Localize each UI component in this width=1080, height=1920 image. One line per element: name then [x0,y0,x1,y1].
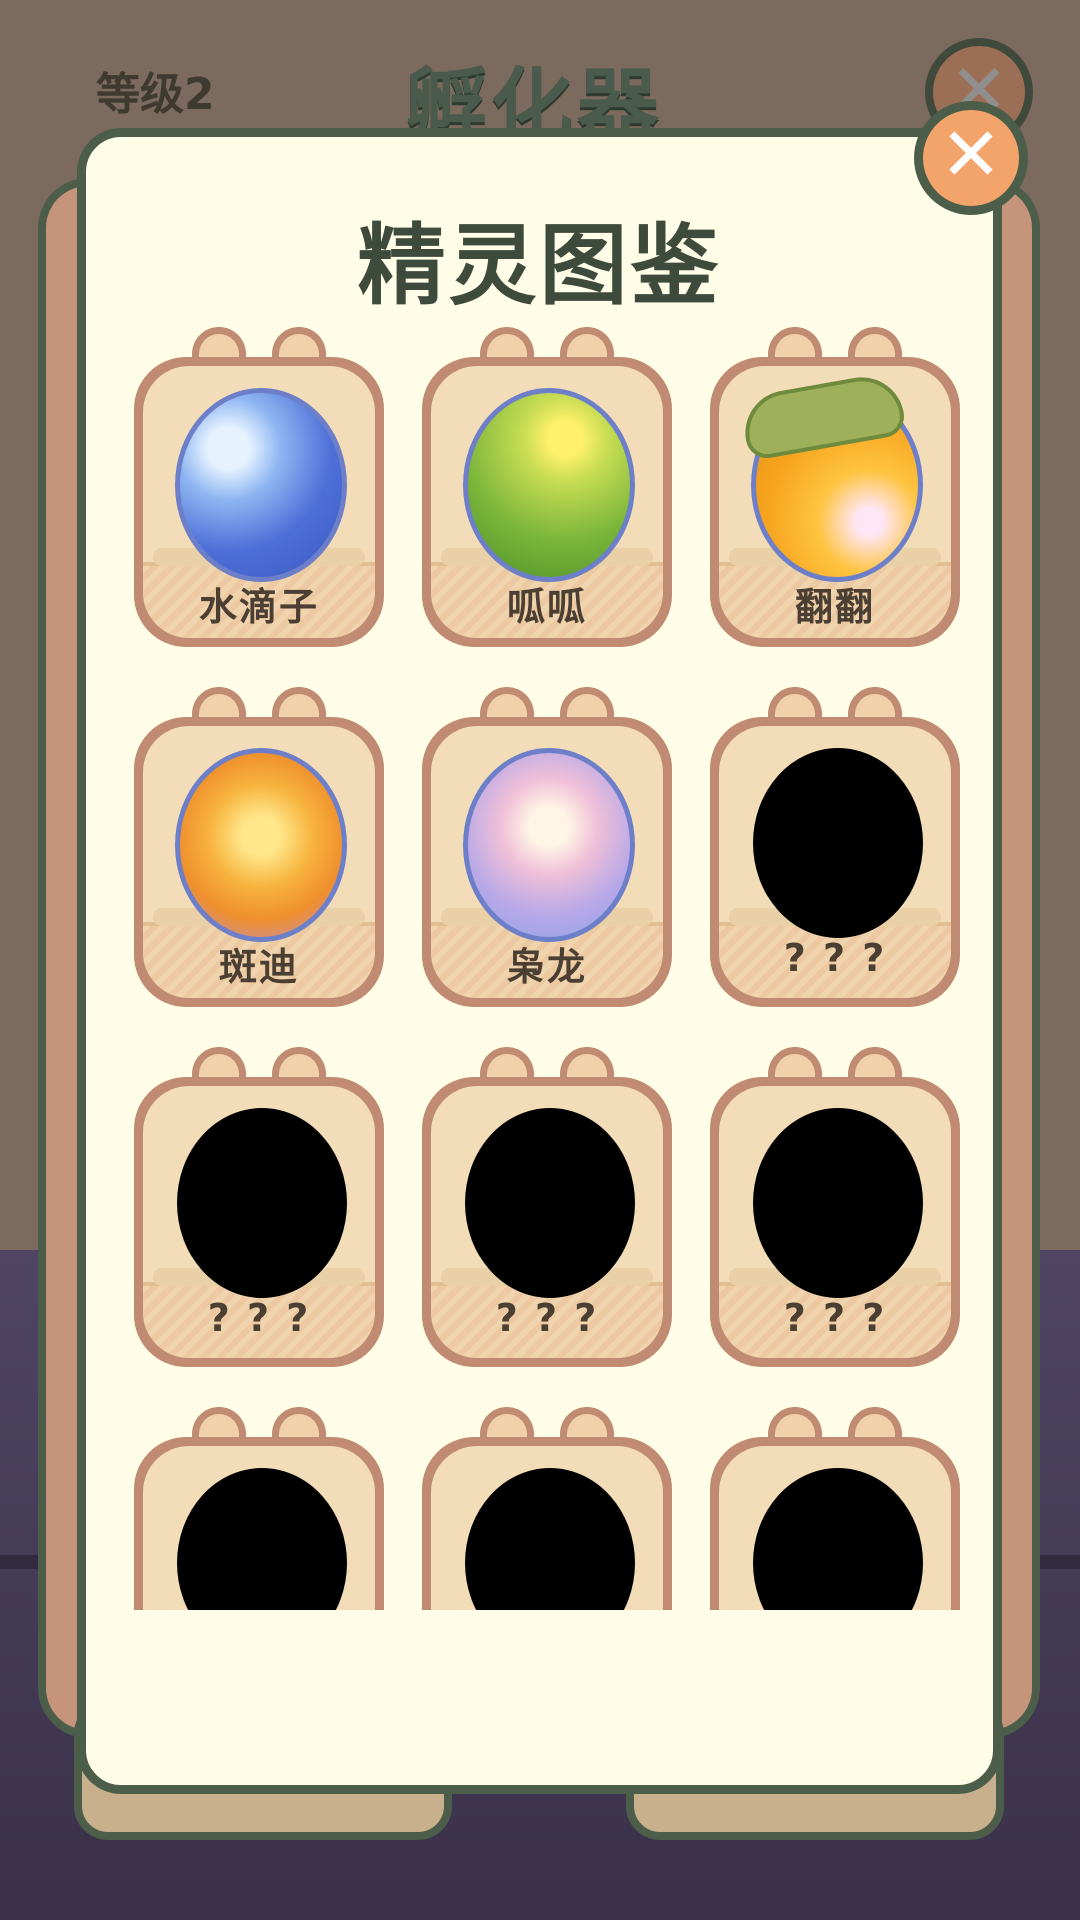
spirit-name: ? ? ? [783,1296,887,1340]
spirit-catalog-modal: 精灵图鉴 水滴子 呱呱 翻翻斑迪 枭龙 ? ? ? ? ? ? ? ? ? ? ? ? [77,128,1002,1794]
spirit-card[interactable]: 翻翻 [710,327,960,647]
spirit-card[interactable]: 枭龙 [422,687,672,1007]
card-frame [422,1437,672,1610]
dream-egg-icon [463,748,635,942]
spirit-card[interactable] [422,1407,672,1610]
spirit-grid-scroll-area[interactable]: 水滴子 呱呱 翻翻斑迪 枭龙 ? ? ? ? ? ? ? ? ? ? ? ? [86,327,993,1610]
unknown-egg-icon [465,1108,635,1298]
unknown-egg-icon [753,1468,923,1610]
card-frame: 呱呱 [422,357,672,647]
spirit-card[interactable]: ? ? ? [422,1047,672,1367]
card-frame: ? ? ? [134,1077,384,1367]
card-inner [431,1446,663,1610]
unknown-egg-icon [753,1108,923,1298]
card-inner: 斑迪 [143,726,375,998]
spirit-name: 斑迪 [218,945,299,989]
card-inner [719,1446,951,1610]
modal-close-button[interactable]: ✕ [914,101,1028,215]
card-frame: ? ? ? [710,717,960,1007]
card-inner: ? ? ? [143,1086,375,1358]
level-label: 等级2 [96,69,215,120]
grass-egg-icon [463,388,635,582]
card-inner: 枭龙 [431,726,663,998]
unknown-egg-icon [177,1108,347,1298]
spirit-name: 翻翻 [794,585,875,629]
spirit-name: ? ? ? [207,1296,311,1340]
card-frame: 斑迪 [134,717,384,1007]
spirit-name: ? ? ? [495,1296,599,1340]
card-frame [134,1437,384,1610]
close-icon: ✕ [939,112,1002,198]
modal-title: 精灵图鉴 [357,214,722,317]
card-inner: 翻翻 [719,366,951,638]
spirit-card[interactable]: 呱呱 [422,327,672,647]
spirit-card[interactable] [134,1407,384,1610]
card-inner: ? ? ? [719,1086,951,1358]
card-inner: 呱呱 [431,366,663,638]
card-inner [143,1446,375,1610]
card-inner: ? ? ? [431,1086,663,1358]
card-frame: 翻翻 [710,357,960,647]
card-frame: 枭龙 [422,717,672,1007]
spirit-name: ? ? ? [783,936,887,980]
unknown-egg-icon [753,748,923,938]
flame-egg-icon [175,748,347,942]
card-frame: ? ? ? [422,1077,672,1367]
spirit-name: 枭龙 [506,945,587,989]
spirit-card[interactable] [710,1407,960,1610]
card-frame: ? ? ? [710,1077,960,1367]
card-inner: ? ? ? [719,726,951,998]
spirit-card[interactable]: ? ? ? [710,1047,960,1367]
spirit-name: 呱呱 [506,585,587,629]
unknown-egg-icon [177,1468,347,1610]
spirit-card[interactable]: 水滴子 [134,327,384,647]
spirit-card[interactable]: ? ? ? [710,687,960,1007]
card-frame [710,1437,960,1610]
spirit-card[interactable]: ? ? ? [134,1047,384,1367]
water-egg-icon [175,388,347,582]
card-frame: 水滴子 [134,357,384,647]
unknown-egg-icon [465,1468,635,1610]
card-inner: 水滴子 [143,366,375,638]
spirit-name: 水滴子 [198,585,319,629]
spirit-card[interactable]: 斑迪 [134,687,384,1007]
